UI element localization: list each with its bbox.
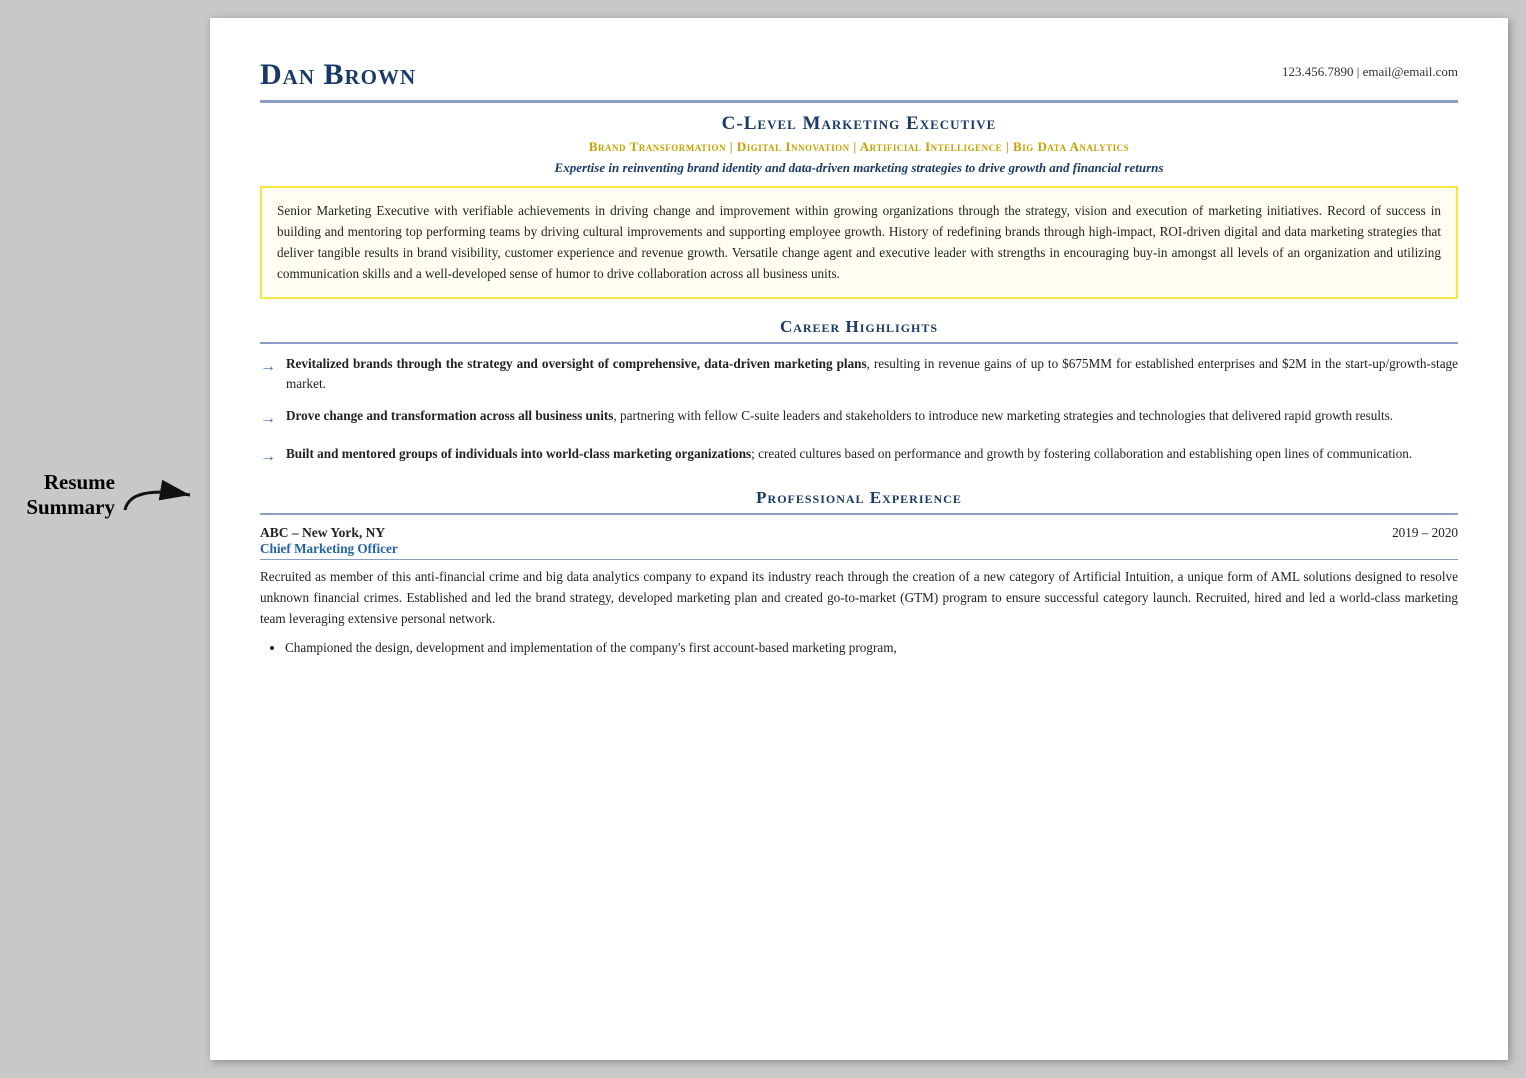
arrow-bullet-icon: → (260, 407, 276, 432)
highlight-bold-2: Drove change and transformation across a… (286, 408, 613, 423)
summary-box: Senior Marketing Executive with verifiab… (260, 186, 1458, 299)
highlight-rest-3: ; created cultures based on performance … (751, 446, 1412, 461)
highlights-list: → Revitalized brands through the strateg… (260, 354, 1458, 471)
highlight-bold-3: Built and mentored groups of individuals… (286, 446, 751, 461)
contact-info: 123.456.7890 | email@email.com (1282, 58, 1458, 80)
annotation-label: Resume Summary (26, 470, 115, 520)
title-section: C-Level Marketing Executive Brand Transf… (260, 113, 1458, 176)
experience-title: Professional Experience (260, 488, 1458, 508)
annotation-area: Resume Summary (0, 0, 200, 1078)
highlight-bold-1: Revitalized brands through the strategy … (286, 356, 867, 371)
highlight-text-1: Revitalized brands through the strategy … (286, 354, 1458, 395)
list-item: → Drove change and transformation across… (260, 406, 1458, 432)
career-highlights-title: Career Highlights (260, 317, 1458, 337)
summary-text: Senior Marketing Executive with verifiab… (277, 203, 1441, 281)
annotation-arrow (120, 475, 200, 515)
job-description: Recruited as member of this anti-financi… (260, 566, 1458, 629)
job-entry: ABC – New York, NY 2019 – 2020 (260, 525, 1458, 541)
job-role: Chief Marketing Officer (260, 541, 1458, 560)
list-item: → Built and mentored groups of individua… (260, 444, 1458, 470)
job-bullets: Championed the design, development and i… (260, 637, 1458, 658)
list-item: → Revitalized brands through the strateg… (260, 354, 1458, 395)
job-dates: 2019 – 2020 (1392, 525, 1458, 541)
tagline: Expertise in reinventing brand identity … (260, 160, 1458, 176)
experience-header: Professional Experience (260, 488, 1458, 508)
highlight-rest-2: , partnering with fellow C-suite leaders… (613, 408, 1393, 423)
specialties: Brand Transformation | Digital Innovatio… (260, 139, 1458, 155)
arrow-bullet-icon: → (260, 355, 276, 380)
job-title: C-Level Marketing Executive (260, 113, 1458, 135)
highlight-text-3: Built and mentored groups of individuals… (286, 444, 1412, 464)
candidate-name: Dan Brown (260, 58, 416, 92)
resume-header: Dan Brown 123.456.7890 | email@email.com (260, 58, 1458, 103)
experience-divider (260, 513, 1458, 515)
company-name: ABC – New York, NY (260, 525, 385, 541)
arrow-bullet-icon: → (260, 445, 276, 470)
career-highlights-header: Career Highlights (260, 317, 1458, 337)
resume-document: Dan Brown 123.456.7890 | email@email.com… (210, 18, 1508, 1060)
list-item: Championed the design, development and i… (285, 637, 1458, 658)
highlight-text-2: Drove change and transformation across a… (286, 406, 1393, 426)
career-highlights-divider (260, 342, 1458, 344)
